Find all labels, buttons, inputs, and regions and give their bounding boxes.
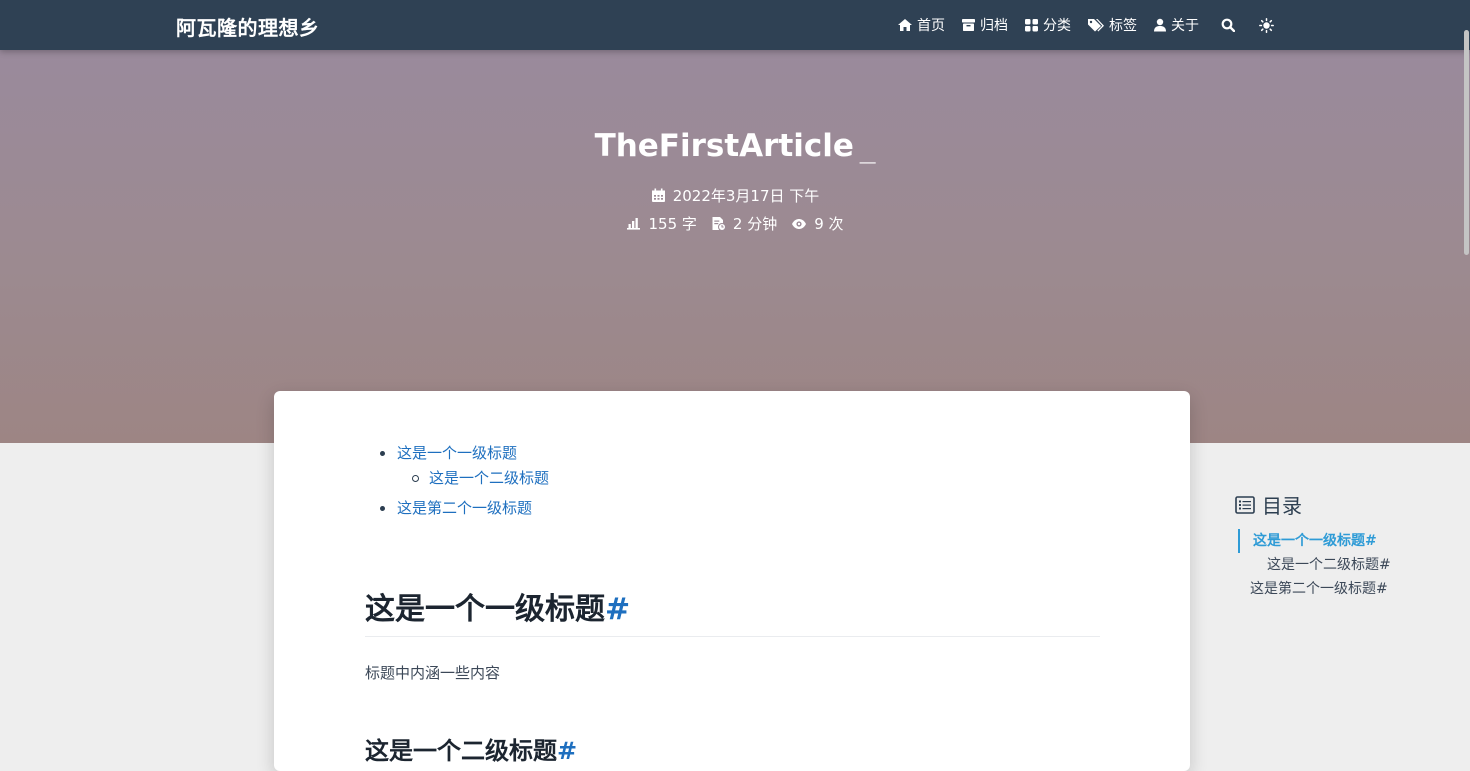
sun-icon [1259,17,1274,33]
article-card: 这是一个一级标题 这是一个二级标题 这是第二个一级标题 这是一个一级标题# 标题… [274,391,1190,771]
post-date-text: 2022年3月17日 下午 [672,187,820,205]
search-button[interactable] [1221,18,1235,32]
heading-1: 这是一个一级标题# [365,584,1100,637]
side-toc-list: 这是一个一级标题# 这是一个二级标题# 这是第二个一级标题# [1235,529,1391,601]
side-toc-item[interactable]: 这是第二个一级标题# [1235,577,1391,601]
nav-home-label: 首页 [917,18,945,34]
post-date: 2022年3月17日 下午 [651,185,820,206]
nav-categories-label: 分类 [1043,18,1071,34]
heading-anchor-link[interactable]: # [605,592,630,627]
nav-categories[interactable]: 分类 [1024,15,1071,35]
view-count: 9 次 [791,213,844,234]
post-date-row: 2022年3月17日 下午 [0,185,1470,206]
read-time: 2 分钟 [711,213,777,234]
paragraph: 标题中内涵一些内容 [365,664,501,682]
side-toc: 目录 这是一个一级标题# 这是一个二级标题# 这是第二个一级标题# [1235,490,1391,601]
side-toc-title-text: 目录 [1262,494,1302,518]
theme-toggle-button[interactable] [1259,17,1274,33]
inline-toc-item[interactable]: 这是第二个一级标题 [380,496,549,521]
nav-tags[interactable]: 标签 [1087,15,1137,35]
scrollbar-thumb[interactable] [1464,30,1469,255]
side-toc-item-active[interactable]: 这是一个一级标题# [1238,529,1391,553]
nav-archive-label: 归档 [980,18,1008,34]
navbar: 阿瓦隆的理想乡 首页 归档 分类 标签 关于 [0,0,1470,50]
post-banner: TheFirstArticle _ 2022年3月17日 下午 155 字 2 分… [0,50,1470,443]
archive-icon [962,19,975,31]
read-time-text: 2 分钟 [732,215,778,233]
inline-toc: 这是一个一级标题 这是一个二级标题 这是第二个一级标题 [380,441,549,521]
nav-archive[interactable]: 归档 [961,15,1008,35]
post-title: TheFirstArticle _ [0,128,1470,164]
grid-icon [1025,19,1038,32]
bar-chart-icon [627,218,641,230]
bullet-dot [380,506,385,511]
nav-about-label: 关于 [1171,18,1199,34]
heading-2-text: 这是一个二级标题 [365,737,557,765]
inline-toc-link[interactable]: 这是一个二级标题 [429,466,549,491]
home-icon [898,19,912,31]
nav-home[interactable]: 首页 [897,15,945,35]
inline-toc-link[interactable]: 这是一个一级标题 [397,441,517,466]
user-icon [1154,18,1166,32]
word-count: 155 字 [626,213,697,234]
post-stats-row: 155 字 2 分钟 9 次 [0,213,1470,234]
calendar-icon [651,188,665,202]
bullet-circle [412,475,419,482]
post-title-text: TheFirstArticle [594,128,854,164]
list-alt-icon [1235,495,1255,514]
nav-tags-label: 标签 [1109,18,1137,34]
nav-about[interactable]: 关于 [1153,15,1199,35]
side-toc-title: 目录 [1235,490,1391,519]
site-brand[interactable]: 阿瓦隆的理想乡 [176,12,320,41]
nav-menu: 首页 归档 分类 标签 关于 [881,0,1274,50]
side-toc-item[interactable]: 这是一个二级标题# [1235,553,1391,577]
inline-toc-link[interactable]: 这是第二个一级标题 [397,496,532,521]
typing-cursor: _ [859,128,876,164]
inline-toc-item[interactable]: 这是一个一级标题 [380,441,549,466]
inline-toc-subitem[interactable]: 这是一个二级标题 [380,466,549,491]
word-count-text: 155 字 [648,215,697,233]
heading-2: 这是一个二级标题# [365,731,577,766]
view-count-text: 9 次 [814,215,844,233]
file-clock-icon [712,217,726,231]
bullet-dot [380,451,385,456]
tags-icon [1088,19,1104,32]
search-icon [1221,18,1235,32]
heading-anchor-link[interactable]: # [557,737,577,765]
eye-icon [792,218,807,229]
heading-1-text: 这是一个一级标题 [365,592,605,627]
page-scrollbar[interactable] [1464,0,1470,747]
